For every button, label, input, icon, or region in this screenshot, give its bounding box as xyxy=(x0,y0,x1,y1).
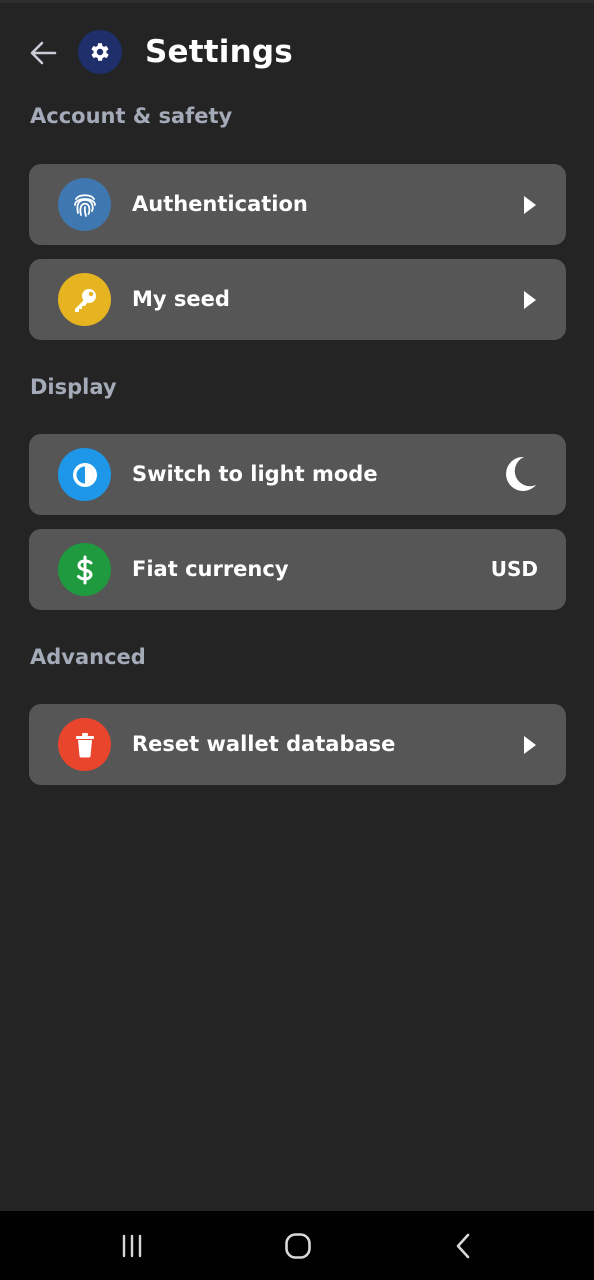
icon-circle xyxy=(58,543,111,596)
section-heading-display: Display xyxy=(30,375,117,399)
item-label: Fiat currency xyxy=(132,557,289,581)
settings-badge xyxy=(78,30,122,74)
key-icon xyxy=(74,288,96,312)
item-label: Authentication xyxy=(132,192,308,216)
item-label: Reset wallet database xyxy=(132,732,396,756)
chevron-right-icon xyxy=(524,196,536,214)
settings-item-authentication[interactable]: Authentication xyxy=(29,164,566,245)
status-bar-edge xyxy=(0,0,594,3)
recent-apps-button[interactable] xyxy=(112,1228,152,1264)
currency-value: USD xyxy=(490,557,538,581)
trash-icon xyxy=(75,732,94,757)
arrow-left-icon xyxy=(30,41,57,65)
system-navigation-bar xyxy=(0,1211,594,1280)
dollar-icon xyxy=(76,555,92,584)
chevron-right-icon xyxy=(524,736,536,754)
gear-icon xyxy=(91,43,109,61)
item-label: Switch to light mode xyxy=(132,462,378,486)
section-heading-account-safety: Account & safety xyxy=(30,104,233,128)
icon-circle xyxy=(58,273,111,326)
icon-circle xyxy=(58,448,111,501)
page-title: Settings xyxy=(145,34,293,70)
home-icon xyxy=(285,1233,311,1259)
home-button[interactable] xyxy=(278,1228,318,1264)
section-heading-advanced: Advanced xyxy=(30,645,146,669)
back-icon xyxy=(456,1233,470,1259)
fingerprint-icon xyxy=(73,193,96,217)
chevron-right-icon xyxy=(524,291,536,309)
settings-item-reset-wallet-database[interactable]: Reset wallet database xyxy=(29,704,566,785)
moon-icon[interactable] xyxy=(502,455,538,493)
settings-item-my-seed[interactable]: My seed xyxy=(29,259,566,340)
back-button[interactable] xyxy=(26,36,60,70)
settings-item-fiat-currency[interactable]: Fiat currency USD xyxy=(29,529,566,610)
icon-circle xyxy=(58,178,111,231)
settings-item-light-mode[interactable]: Switch to light mode xyxy=(29,434,566,515)
system-back-button[interactable] xyxy=(444,1228,484,1264)
item-label: My seed xyxy=(132,287,230,311)
icon-circle xyxy=(58,718,111,771)
recent-apps-icon xyxy=(122,1234,142,1258)
contrast-icon xyxy=(72,462,97,487)
settings-screen: Settings Account & safety Authentication xyxy=(0,0,594,1280)
header: Settings xyxy=(0,28,594,76)
